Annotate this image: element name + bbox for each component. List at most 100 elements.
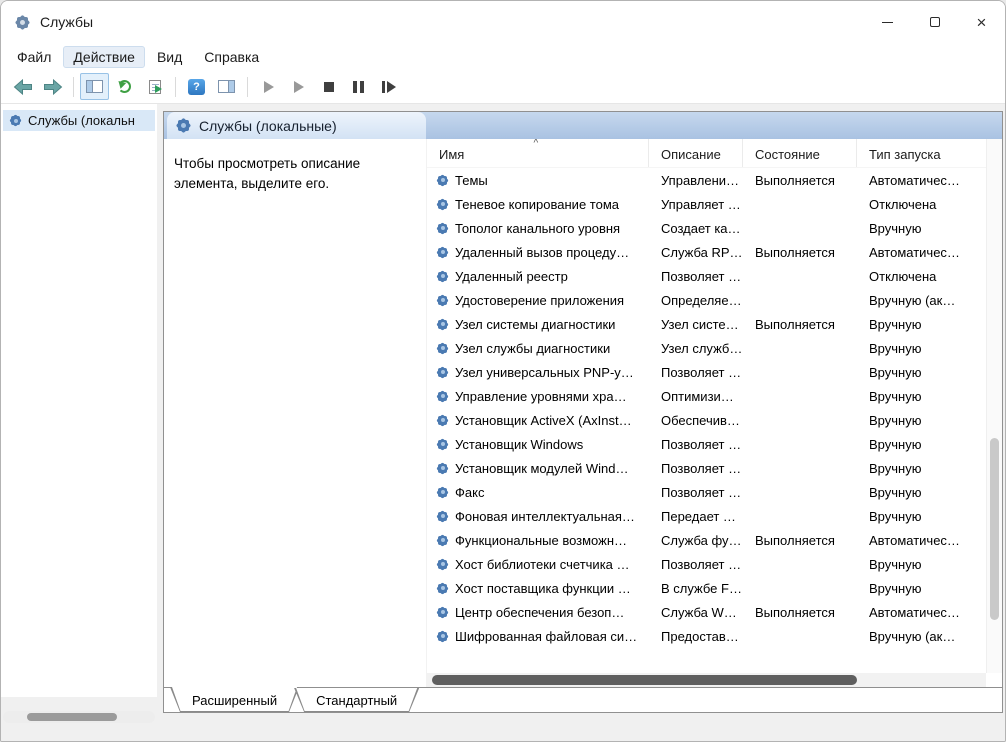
service-name: Установщик Windows (455, 436, 584, 452)
description-panel: Чтобы просмотреть описание элемента, выд… (164, 139, 426, 687)
service-description: Передает … (661, 508, 736, 524)
table-row[interactable]: Удаленный вызов процеду… Служба RP… Выполн… (427, 240, 986, 264)
service-status: Выполняется (755, 244, 835, 260)
service-description: Служба фу… (661, 532, 742, 548)
table-row[interactable]: Узел службы диагностики Узел служб… Вручну… (427, 336, 986, 360)
refresh-button[interactable] (110, 73, 139, 100)
action-pane-icon (218, 80, 235, 93)
services-gear-icon (14, 14, 31, 30)
service-gear-icon (436, 173, 449, 187)
close-button[interactable]: × (958, 1, 1005, 43)
service-name: Узел службы диагностики (455, 340, 611, 356)
service-startup-type: Вручную (869, 364, 922, 380)
console-tree-icon (86, 80, 103, 93)
table-row[interactable]: Узел универсальных PNP-у… Позволяет … Вруч… (427, 360, 986, 384)
table-row[interactable]: Управление уровнями хра… Оптимизи… Вручную (427, 384, 986, 408)
services-table: Имя ^ Описание Состояние Тип запуска Темы Упр… (426, 139, 1002, 687)
service-description: Позволяет … (661, 556, 742, 572)
menubar: Файл Действие Вид Справка (1, 43, 1005, 70)
tree-item-services-local[interactable]: Службы (локальн (3, 110, 155, 131)
forward-button[interactable] (38, 73, 67, 100)
table-row[interactable]: Удаленный реестр Позволяет … Отключена (427, 264, 986, 288)
menu-item[interactable]: Вид (147, 46, 192, 68)
table-vertical-scrollbar[interactable] (986, 139, 1002, 673)
service-startup-type: Вручную (869, 436, 922, 452)
tab-label: Расширенный (192, 692, 278, 708)
service-name: Тополог канального уровня (455, 220, 621, 236)
service-name: Шифрованная файловая си… (455, 628, 638, 644)
menu-item[interactable]: Действие (63, 45, 145, 68)
column-header-name[interactable]: Имя ^ (427, 139, 649, 167)
table-row[interactable]: Центр обеспечения безоп… Служба W… Выполня… (427, 600, 986, 624)
table-row[interactable]: Хост поставщика функции … В службе F… Вруч… (427, 576, 986, 600)
menu-item[interactable]: Справка (194, 46, 269, 68)
table-row[interactable]: Теневое копирование тома Управляет … Отклю… (427, 192, 986, 216)
service-description: Позволяет … (661, 484, 742, 500)
service-name: Факс (455, 484, 485, 500)
export-list-button[interactable] (140, 73, 169, 100)
table-row[interactable]: Установщик ActiveX (AxInst… Обеспечив… Вру… (427, 408, 986, 432)
service-gear-icon (436, 461, 449, 475)
service-startup-type: Вручную (ак… (869, 628, 956, 644)
restart-service-button[interactable] (374, 73, 403, 100)
results-pane-header: Службы (локальные) (164, 112, 1002, 139)
toolbar-separator (73, 76, 74, 97)
table-body: Темы Управлени… Выполняется Автоматичес… Тен… (427, 168, 986, 673)
minimize-button[interactable] (864, 1, 911, 43)
service-description: Оптимизи… (661, 388, 734, 404)
service-startup-type: Вручную (869, 220, 922, 236)
maximize-button[interactable] (911, 1, 958, 43)
service-startup-type: Вручную (869, 508, 922, 524)
tree-horizontal-scrollbar[interactable] (3, 711, 155, 723)
resume-service-button[interactable] (284, 73, 313, 100)
service-status: Выполняется (755, 604, 835, 620)
table-horizontal-scrollbar[interactable] (427, 673, 986, 687)
services-window: Службы × Файл Действие Вид Справка ? Слу… (0, 0, 1006, 742)
service-name: Центр обеспечения безоп… (455, 604, 625, 620)
service-description: Обеспечив… (661, 412, 740, 428)
help-button[interactable]: ? (182, 73, 211, 100)
tab-label: Стандартный (316, 692, 398, 708)
table-row[interactable]: Установщик модулей Wind… Позволяет … Вручн… (427, 456, 986, 480)
column-header-description[interactable]: Описание (649, 139, 743, 167)
service-name: Узел системы диагностики (455, 316, 616, 332)
table-row[interactable]: Хост библиотеки счетчика … Позволяет … Вру… (427, 552, 986, 576)
table-horizontal-scrollbar-thumb[interactable] (432, 675, 857, 685)
service-name: Темы (455, 172, 488, 188)
service-gear-icon (436, 533, 449, 547)
table-row[interactable]: Фоновая интеллектуальная… Передает … Вручн… (427, 504, 986, 528)
service-status: Выполняется (755, 316, 835, 332)
service-gear-icon (436, 629, 449, 643)
table-row[interactable]: Удостоверение приложения Определяе… Вручну… (427, 288, 986, 312)
service-gear-icon (436, 437, 449, 451)
start-service-button[interactable] (254, 73, 283, 100)
column-header-status[interactable]: Состояние (743, 139, 857, 167)
table-row[interactable]: Узел системы диагностики Узел систе… Выпол… (427, 312, 986, 336)
table-row[interactable]: Шифрованная файловая си… Предостав… Вручну… (427, 624, 986, 648)
service-startup-type: Автоматичес… (869, 244, 960, 260)
stop-service-button[interactable] (314, 73, 343, 100)
title-bar: Службы × (1, 1, 1005, 43)
service-startup-type: Вручную (869, 484, 922, 500)
show-action-pane-button[interactable] (212, 73, 241, 100)
show-console-tree-button[interactable] (80, 73, 109, 100)
menu-item[interactable]: Файл (7, 46, 61, 68)
service-gear-icon (436, 365, 449, 379)
tab-extended[interactable]: Расширенный (170, 688, 299, 712)
back-button[interactable] (8, 73, 37, 100)
column-header-startup-type[interactable]: Тип запуска (857, 139, 986, 167)
table-row[interactable]: Темы Управлени… Выполняется Автоматичес… (427, 168, 986, 192)
service-name: Теневое копирование тома (455, 196, 619, 212)
table-row[interactable]: Тополог канального уровня Создает ка… Вруч… (427, 216, 986, 240)
table-row[interactable]: Факс Позволяет … Вручную (427, 480, 986, 504)
table-row[interactable]: Установщик Windows Позволяет … Вручную (427, 432, 986, 456)
table-row[interactable]: Функциональные возможн… Служба фу… Выполня… (427, 528, 986, 552)
table-vertical-scrollbar-thumb[interactable] (990, 438, 999, 620)
pause-service-button[interactable] (344, 73, 373, 100)
back-arrow-icon (13, 78, 32, 95)
service-status: Выполняется (755, 532, 835, 548)
service-name: Удаленный вызов процеду… (455, 244, 630, 260)
tree-horizontal-scrollbar-thumb[interactable] (27, 713, 117, 721)
export-list-icon (148, 79, 162, 94)
tab-standard[interactable]: Стандартный (294, 688, 419, 712)
